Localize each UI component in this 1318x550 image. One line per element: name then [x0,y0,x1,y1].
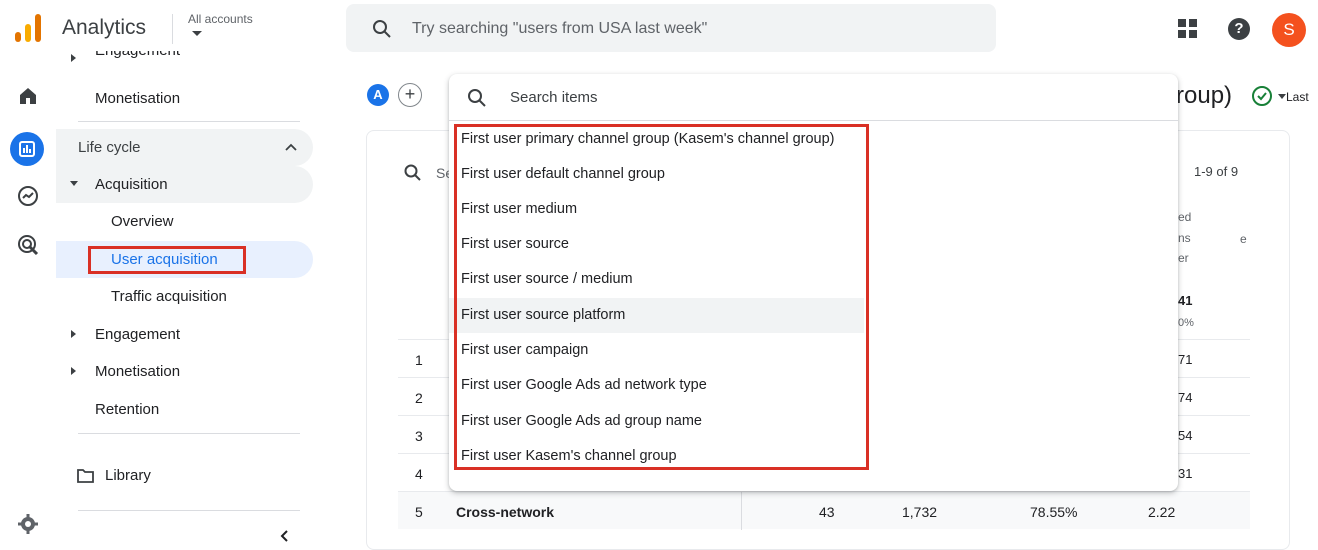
column-header-fragment[interactable]: e [1240,232,1247,246]
comparison-chip-a[interactable]: A [367,84,389,106]
sidebar-section-lifecycle[interactable]: Life cycle [78,139,141,156]
column-header-fragment[interactable]: er [1178,251,1189,265]
sidebar-item-engagement-top[interactable]: Engagement [95,51,180,60]
search-icon [468,89,486,107]
search-icon [373,20,391,38]
reports-icon[interactable] [10,132,44,166]
avatar[interactable]: S [1272,13,1306,47]
expand-arrow-icon[interactable] [71,330,76,338]
sidebar-item-user-acquisition[interactable]: User acquisition [111,251,218,268]
settings-gear-icon[interactable] [16,512,40,536]
sidebar-item-library[interactable]: Library [105,467,151,484]
date-range-label[interactable]: Last [1286,90,1309,104]
collapse-sidebar-chevron-icon[interactable] [279,530,289,542]
column-header-fragment[interactable]: ed [1178,210,1191,224]
divider [78,433,300,434]
table-row[interactable]: 5 Cross-network 43 1,732 78.55% 2.22 [398,491,1250,530]
page-title: roup) [1176,82,1233,109]
collapse-arrow-icon[interactable] [70,181,78,186]
explore-icon[interactable] [16,184,40,208]
column-header-fragment[interactable]: ns [1178,231,1191,245]
sidebar-item-monetisation-top[interactable]: Monetisation [95,90,180,107]
row-label[interactable]: Cross-network [456,504,554,520]
divider [78,121,300,122]
divider [449,120,1178,121]
search-icon [404,164,421,181]
help-icon[interactable]: ? [1228,18,1250,40]
divider [741,492,742,530]
advertising-icon[interactable] [16,233,40,257]
top-bar: Analytics All accounts Try searching "us… [0,0,1318,60]
analytics-logo-icon[interactable] [12,12,44,44]
chevron-down-icon[interactable] [192,31,202,36]
expand-arrow-icon [71,54,76,62]
home-icon[interactable] [16,84,40,108]
sidebar: Engagement Monetisation Life cycle Acqui… [56,51,326,542]
sidebar-item-engagement[interactable]: Engagement [95,326,180,343]
left-rail [0,60,56,542]
search-input[interactable]: Try searching "users from USA last week" [412,20,707,38]
sidebar-item-overview[interactable]: Overview [111,213,174,230]
apps-grid-icon[interactable] [1178,19,1198,39]
sidebar-item-retention[interactable]: Retention [95,401,159,418]
folder-icon [77,469,94,483]
chevron-down-icon[interactable] [1278,94,1286,99]
sidebar-item-monetisation[interactable]: Monetisation [95,363,180,380]
accounts-selector[interactable]: All accounts [188,12,253,26]
search-bar[interactable]: Try searching "users from USA last week" [346,4,996,52]
dropdown-search-input[interactable]: Search items [510,89,598,106]
check-circle-icon [1252,86,1272,106]
divider [78,510,300,511]
chevron-up-icon[interactable] [285,143,297,151]
app-title: Analytics [62,16,147,39]
add-comparison-button[interactable]: + [398,83,422,107]
sidebar-item-acquisition[interactable]: Acquisition [95,176,168,193]
sidebar-item-traffic-acquisition[interactable]: Traffic acquisition [111,288,227,305]
total-percent: 0% [1178,317,1194,329]
expand-arrow-icon[interactable] [71,367,76,375]
annotation-box [454,124,869,470]
dimension-dropdown: Search items First user primary channel … [449,74,1178,491]
pagination-label: 1-9 of 9 [1194,164,1239,179]
divider [172,14,173,44]
total-value: 41 [1178,293,1193,308]
